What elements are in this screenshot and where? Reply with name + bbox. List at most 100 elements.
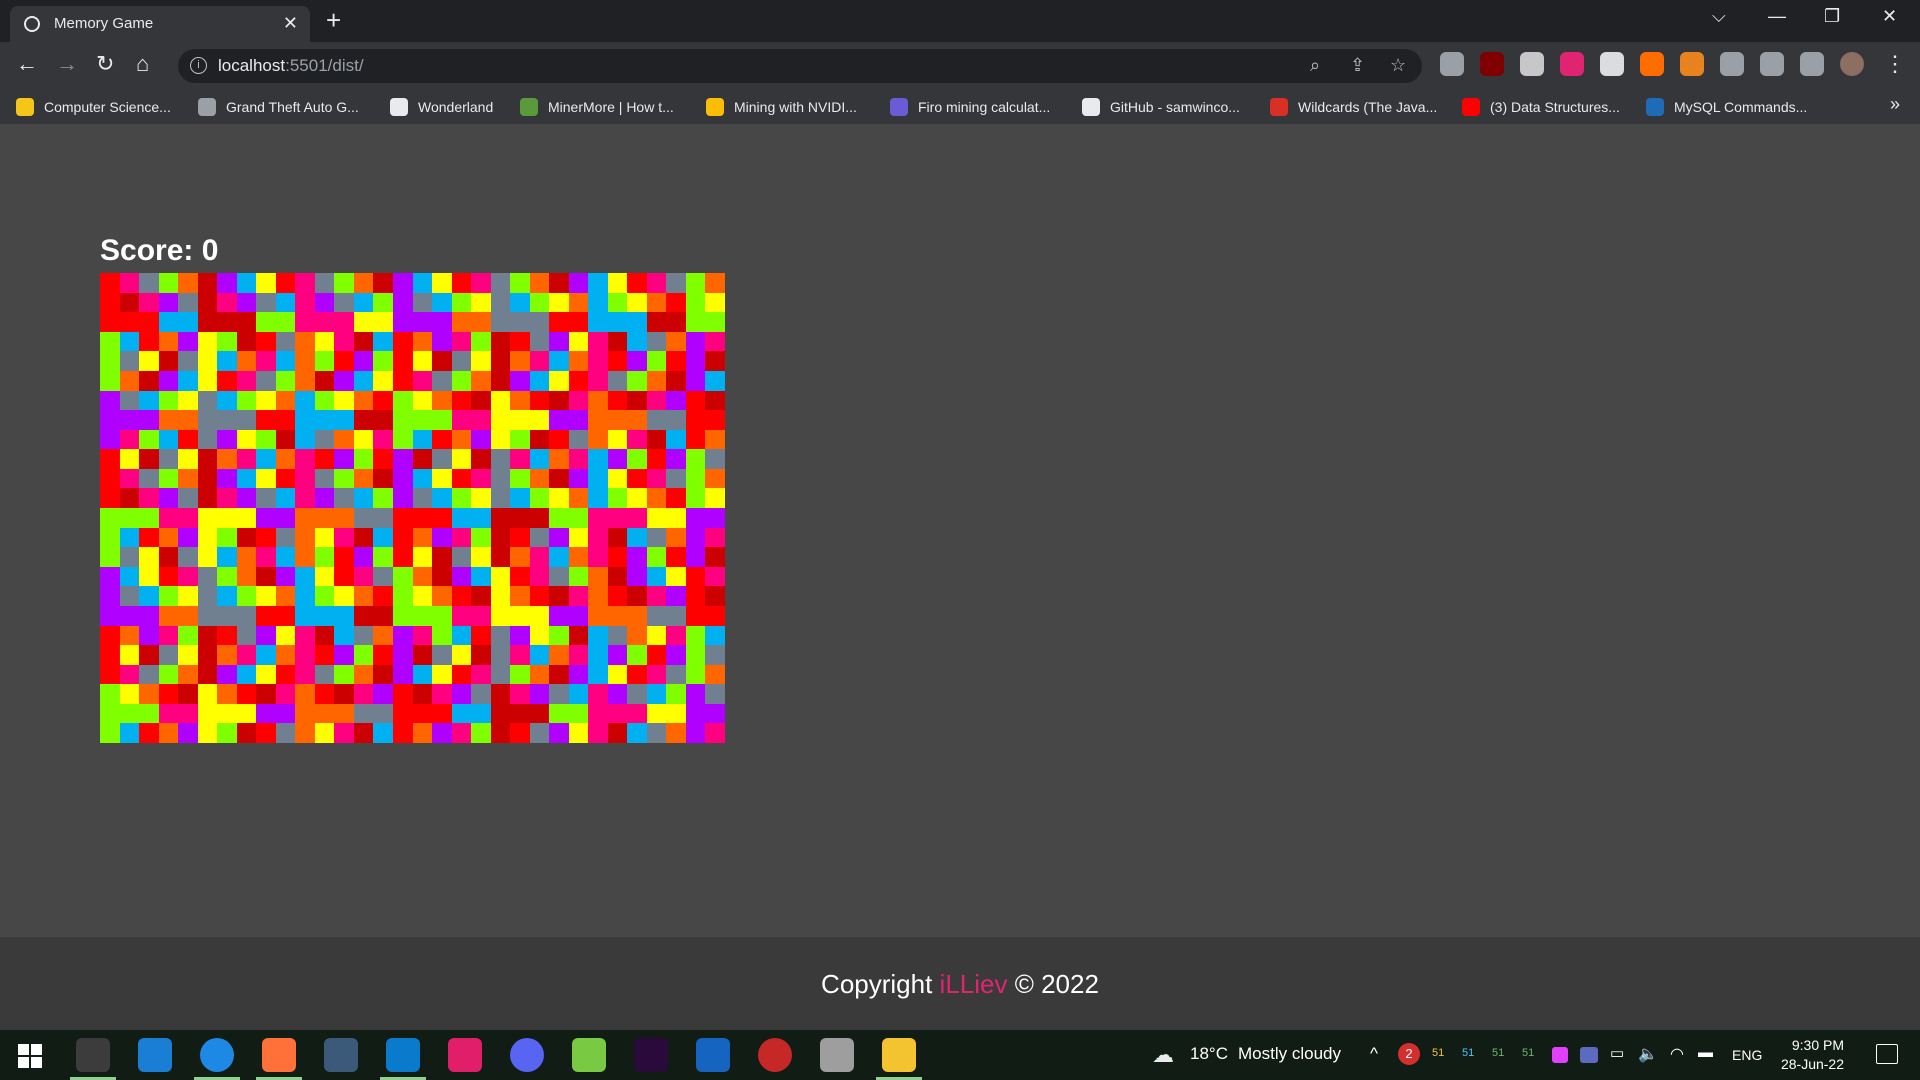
game-card[interactable]	[236, 508, 257, 528]
game-card[interactable]	[197, 410, 218, 430]
game-card[interactable]	[197, 566, 218, 587]
game-card[interactable]	[334, 390, 354, 411]
game-card[interactable]	[334, 351, 354, 371]
game-card[interactable]	[568, 703, 589, 724]
game-card[interactable]	[314, 684, 335, 704]
game-card[interactable]	[490, 429, 511, 450]
game-card[interactable]	[510, 449, 530, 469]
game-card[interactable]	[197, 312, 218, 332]
game-card[interactable]	[646, 331, 667, 352]
game-card[interactable]	[275, 684, 296, 704]
game-card[interactable]	[100, 370, 120, 391]
game-card[interactable]	[588, 645, 608, 665]
game-card[interactable]	[685, 331, 706, 352]
game-card[interactable]	[529, 390, 550, 411]
game-card[interactable]	[412, 468, 433, 489]
extension-icon[interactable]	[1560, 52, 1584, 76]
game-card[interactable]	[412, 586, 433, 606]
game-card[interactable]	[549, 410, 569, 430]
game-card[interactable]	[139, 645, 159, 665]
game-card[interactable]	[158, 410, 179, 430]
game-card[interactable]	[256, 586, 276, 606]
teams-icon[interactable]	[1580, 1047, 1598, 1063]
game-card[interactable]	[392, 703, 413, 724]
game-card[interactable]	[353, 292, 374, 313]
game-card[interactable]	[178, 547, 198, 567]
game-card[interactable]	[549, 468, 569, 489]
game-card[interactable]	[373, 586, 393, 606]
game-card[interactable]	[568, 390, 589, 411]
notification-badge[interactable]: 2	[1398, 1043, 1420, 1065]
address-bar[interactable]: i localhost:5501/dist/ ⌕ ⇪ ☆	[178, 49, 1422, 83]
game-card[interactable]	[217, 703, 237, 724]
game-card[interactable]	[256, 527, 276, 548]
game-card[interactable]	[256, 331, 276, 352]
game-card[interactable]	[334, 449, 354, 469]
share-icon[interactable]: ⇪	[1350, 55, 1365, 76]
game-card[interactable]	[139, 449, 159, 469]
game-card[interactable]	[490, 390, 511, 411]
game-card[interactable]	[568, 351, 589, 371]
game-card[interactable]	[568, 547, 589, 567]
game-card[interactable]	[256, 605, 276, 626]
game-card[interactable]	[510, 331, 530, 352]
game-card[interactable]	[627, 410, 647, 430]
game-card[interactable]	[471, 273, 491, 293]
game-card[interactable]	[705, 547, 725, 567]
game-card[interactable]	[334, 410, 354, 430]
game-card[interactable]	[295, 508, 315, 528]
game-card[interactable]	[549, 429, 569, 450]
game-card[interactable]	[666, 488, 686, 508]
game-card[interactable]	[451, 547, 472, 567]
extension-icon[interactable]	[1720, 52, 1744, 76]
game-card[interactable]	[549, 625, 569, 646]
game-card[interactable]	[100, 527, 120, 548]
game-card[interactable]	[158, 684, 179, 704]
game-card[interactable]	[510, 645, 530, 665]
game-card[interactable]	[490, 645, 511, 665]
game-card[interactable]	[607, 410, 628, 430]
game-card[interactable]	[373, 645, 393, 665]
game-card[interactable]	[100, 508, 120, 528]
game-card[interactable]	[646, 488, 667, 508]
game-card[interactable]	[314, 468, 335, 489]
game-card[interactable]	[373, 390, 393, 411]
game-card[interactable]	[529, 488, 550, 508]
game-card[interactable]	[471, 605, 491, 626]
game-card[interactable]	[119, 625, 140, 646]
game-card[interactable]	[412, 390, 433, 411]
game-card[interactable]	[588, 605, 608, 626]
game-card[interactable]	[549, 488, 569, 508]
game-card[interactable]	[412, 527, 433, 548]
game-card[interactable]	[529, 605, 550, 626]
game-card[interactable]	[353, 390, 374, 411]
game-card[interactable]	[568, 508, 589, 528]
bookmark-star-icon[interactable]: ☆	[1390, 55, 1406, 76]
extension-icon[interactable]	[1800, 52, 1824, 76]
game-card[interactable]	[314, 566, 335, 587]
game-card[interactable]	[490, 586, 511, 606]
game-card[interactable]	[549, 508, 569, 528]
game-card[interactable]	[353, 488, 374, 508]
game-card[interactable]	[529, 625, 550, 646]
bookmark-item[interactable]: Wonderland	[390, 96, 493, 118]
game-card[interactable]	[314, 723, 335, 743]
game-card[interactable]	[627, 645, 647, 665]
game-card[interactable]	[510, 605, 530, 626]
game-card[interactable]	[490, 273, 511, 293]
home-button[interactable]: ⌂	[136, 51, 149, 77]
tray-51-green[interactable]: 51	[1492, 1047, 1504, 1059]
game-card[interactable]	[549, 312, 569, 332]
game-card[interactable]	[412, 684, 433, 704]
game-card[interactable]	[510, 390, 530, 411]
game-card[interactable]	[158, 273, 179, 293]
game-card[interactable]	[119, 351, 140, 371]
game-card[interactable]	[139, 684, 159, 704]
game-card[interactable]	[100, 664, 120, 685]
game-card[interactable]	[432, 331, 452, 352]
game-card[interactable]	[432, 605, 452, 626]
game-card[interactable]	[627, 684, 647, 704]
game-card[interactable]	[353, 331, 374, 352]
game-card[interactable]	[275, 488, 296, 508]
game-card[interactable]	[666, 468, 686, 489]
